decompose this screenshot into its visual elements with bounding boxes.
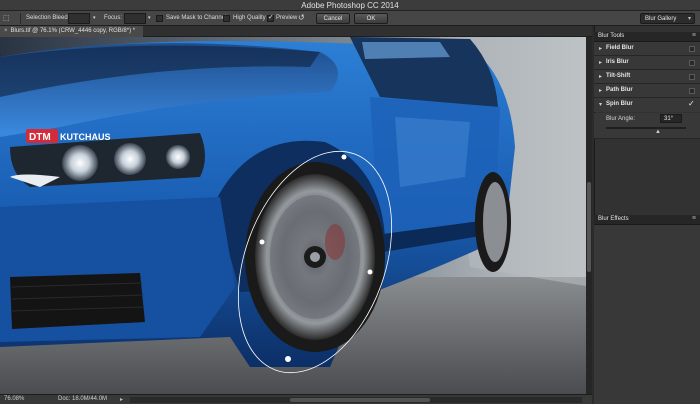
tool-preset-icon[interactable]: ⬚ xyxy=(3,14,10,23)
blur-tool-path-blur[interactable]: ▸ Path Blur xyxy=(594,84,700,98)
blur-tool-spin-blur[interactable]: ▾ Spin Blur xyxy=(594,98,700,112)
preview-label: Preview xyxy=(276,15,298,21)
document-tab-title: Blurs.tif @ 76.1% (CRW_4446 copy, RGB/8*… xyxy=(10,28,136,34)
blur-tool-tilt-shift[interactable]: ▸ Tilt-Shift xyxy=(594,70,700,84)
blur-tool-label: Iris Blur xyxy=(606,59,629,65)
close-icon[interactable]: × xyxy=(4,28,8,34)
ellipse-handle-right[interactable] xyxy=(367,269,373,275)
horizontal-scrollbar[interactable] xyxy=(130,397,582,403)
workspace-bar: Blur Gallery ▾ xyxy=(594,11,700,26)
image-canvas[interactable]: DTM KUTCHAUS xyxy=(0,37,592,394)
blur-angle-label: Blur Angle: xyxy=(606,116,636,122)
cancel-button[interactable]: Cancel xyxy=(316,13,350,24)
save-mask-checkbox[interactable] xyxy=(156,15,163,22)
blur-tool-iris-blur[interactable]: ▸ Iris Blur xyxy=(594,56,700,70)
reset-icon[interactable]: ↺ xyxy=(298,13,305,22)
blur-tool-field-blur[interactable]: ▸ Field Blur xyxy=(594,42,700,56)
focus-input[interactable] xyxy=(124,13,146,24)
focus-dropdown-icon[interactable]: ▾ xyxy=(148,14,151,23)
blur-effects-panel xyxy=(594,225,700,404)
ellipse-handle-left[interactable] xyxy=(259,239,265,245)
vertical-scrollbar[interactable] xyxy=(586,37,592,394)
preview-checkbox[interactable] xyxy=(267,13,274,22)
blur-effects-title: Blur Effects xyxy=(598,216,629,222)
ellipse-handle-bottom[interactable] xyxy=(285,356,291,362)
logo-white-text: KUTCHAUS xyxy=(60,132,111,142)
blur-tool-label: Field Blur xyxy=(606,45,634,51)
expand-arrow-icon[interactable]: ▸ xyxy=(599,87,602,94)
blur-tool-label: Spin Blur xyxy=(606,101,633,107)
blur-angle-input[interactable]: 31° xyxy=(660,114,682,123)
spin-blur-checkbox[interactable] xyxy=(688,99,695,108)
vertical-scroll-thumb[interactable] xyxy=(587,182,591,272)
status-bar: 76.08% Doc: 18.0M/44.0M ▸ xyxy=(0,394,592,404)
options-separator xyxy=(20,13,21,24)
title-bar: Adobe Photoshop CC 2014 xyxy=(0,0,700,11)
path-blur-checkbox[interactable] xyxy=(689,88,695,94)
high-quality-checkbox[interactable] xyxy=(223,15,230,22)
blur-angle-control: Blur Angle: 31° ▲ xyxy=(594,113,700,139)
blur-tools-title: Blur Tools xyxy=(598,33,625,39)
rear-wheel xyxy=(475,172,511,272)
focus-label: Focus: xyxy=(104,15,123,21)
blur-angle-slider[interactable] xyxy=(606,127,686,129)
ok-button[interactable]: OK xyxy=(354,13,388,24)
tilt-shift-checkbox[interactable] xyxy=(689,74,695,80)
selection-bleed-dropdown-icon[interactable]: ▾ xyxy=(93,14,96,23)
front-wheel xyxy=(245,162,385,352)
blur-effects-header: Blur Effects ≡ xyxy=(594,215,700,225)
blur-angle-slider-handle[interactable]: ▲ xyxy=(655,129,661,135)
selection-bleed-label: Selection Bleed: xyxy=(26,15,70,21)
selection-bleed-input[interactable] xyxy=(68,13,90,24)
high-quality-label: High Quality xyxy=(233,15,266,21)
document-tab-bar: × Blurs.tif @ 76.1% (CRW_4446 copy, RGB/8… xyxy=(0,26,592,37)
panel-menu-icon[interactable]: ≡ xyxy=(692,32,696,39)
blur-tool-label: Path Blur xyxy=(606,87,633,93)
headlight-center xyxy=(114,143,146,175)
hood-logo: DTM KUTCHAUS xyxy=(26,129,111,143)
zoom-level[interactable]: 76.08% xyxy=(4,396,24,402)
expand-arrow-icon[interactable]: ▸ xyxy=(599,73,602,80)
collapse-arrow-icon[interactable]: ▾ xyxy=(599,101,602,108)
headlight-left xyxy=(62,145,98,181)
chevron-down-icon: ▾ xyxy=(687,16,691,22)
blur-tool-label: Tilt-Shift xyxy=(606,73,631,79)
grille xyxy=(10,273,145,329)
ellipse-handle-top[interactable] xyxy=(341,154,347,160)
field-blur-checkbox[interactable] xyxy=(689,46,695,52)
app-title: Adobe Photoshop CC 2014 xyxy=(301,1,399,10)
horizontal-scroll-thumb[interactable] xyxy=(290,398,430,402)
document-tab[interactable]: × Blurs.tif @ 76.1% (CRW_4446 copy, RGB/8… xyxy=(0,26,144,37)
panel-menu-icon[interactable]: ≡ xyxy=(692,215,696,222)
doc-size: Doc: 18.0M/44.0M xyxy=(58,396,108,402)
blur-gallery-dropdown[interactable]: Blur Gallery ▾ xyxy=(640,13,695,24)
blur-gallery-label: Blur Gallery xyxy=(645,16,677,22)
blur-tools-header: Blur Tools ≡ xyxy=(594,32,700,42)
expand-arrow-icon[interactable]: ▸ xyxy=(599,59,602,66)
logo-red-text: DTM xyxy=(29,132,51,143)
car-photo: DTM KUTCHAUS xyxy=(0,37,592,394)
iris-blur-checkbox[interactable] xyxy=(689,60,695,66)
headlight-right xyxy=(166,145,190,169)
expand-arrow-icon[interactable]: ▸ xyxy=(599,45,602,52)
status-menu-arrow-icon[interactable]: ▸ xyxy=(120,396,123,403)
save-mask-label: Save Mask to Channels xyxy=(166,15,230,21)
